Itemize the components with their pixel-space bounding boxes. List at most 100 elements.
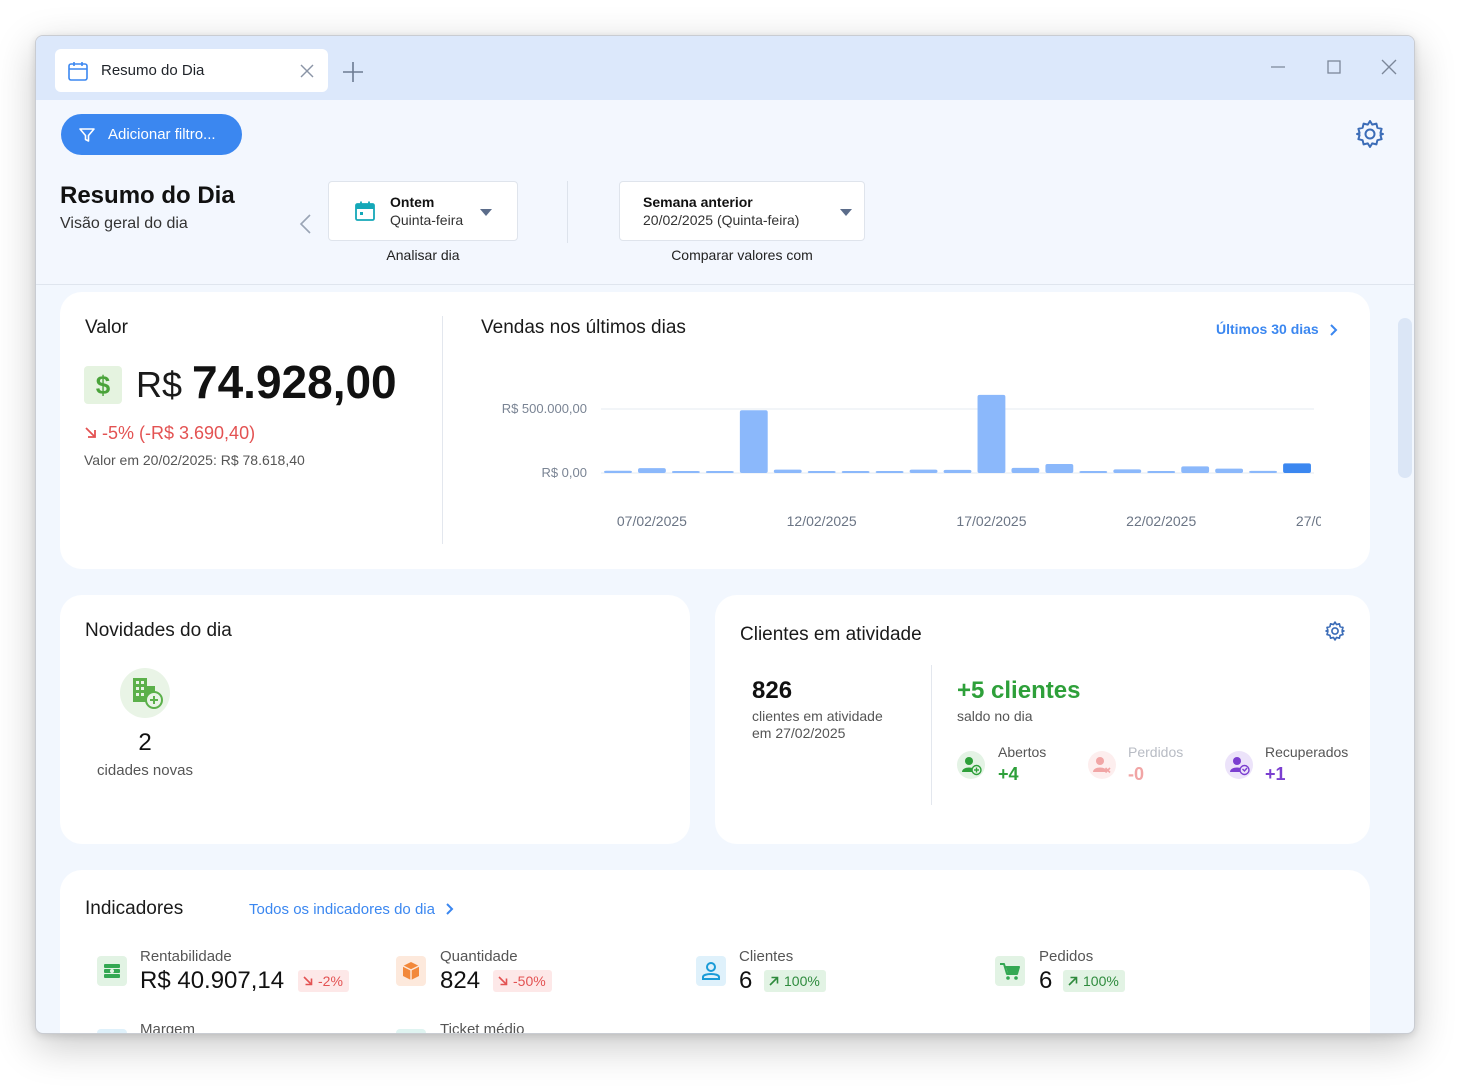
client-balance-caption: saldo no dia xyxy=(957,708,1033,724)
value-compare: Valor em 20/02/2025: R$ 78.618,40 xyxy=(84,452,305,468)
close-tab-icon[interactable] xyxy=(298,62,316,80)
divider xyxy=(442,316,443,544)
close-window-icon[interactable] xyxy=(1380,58,1398,76)
chart-bar xyxy=(739,410,768,473)
chart-bar xyxy=(1215,468,1244,473)
chart-bar xyxy=(1011,467,1040,473)
user-icon xyxy=(696,956,726,986)
compare-select[interactable]: Semana anterior 20/02/2025 (Quinta-feira… xyxy=(619,181,865,241)
arrow-up-right-icon xyxy=(1068,976,1078,986)
x-tick-label: 17/02/2025 xyxy=(956,513,1026,529)
chart-title: Vendas nos últimos dias xyxy=(481,317,686,338)
scrollbar-thumb[interactable] xyxy=(1398,318,1412,478)
indicadores-title: Indicadores xyxy=(85,898,184,919)
indicator-trend-badge: 100% xyxy=(764,970,826,992)
cart-icon xyxy=(995,956,1025,986)
value-currency: R$ xyxy=(136,364,183,405)
chart-bar xyxy=(705,471,734,473)
box-icon xyxy=(396,956,426,986)
chart-bar xyxy=(1113,469,1142,473)
clientes-card: Clientes em atividade 826 clientes em at… xyxy=(715,595,1370,844)
arrow-up-right-icon xyxy=(769,976,779,986)
arrow-down-right-icon xyxy=(85,427,96,438)
divider xyxy=(567,181,568,243)
chart-bar xyxy=(1181,466,1210,473)
novidades-card: Novidades do dia 2 cidades novas xyxy=(60,595,690,844)
day-select[interactable]: Ontem Quinta-feira xyxy=(328,181,518,241)
minimize-icon[interactable] xyxy=(1269,58,1287,76)
chevron-right-icon xyxy=(446,903,454,915)
percent-icon xyxy=(97,1029,127,1033)
chart-bar xyxy=(1079,471,1108,473)
chart-bar xyxy=(977,394,1006,473)
chart-bar xyxy=(909,469,938,473)
indicator-value: 824 xyxy=(440,967,481,994)
indicator-value: 6 xyxy=(1039,967,1053,994)
day-select-caption: Analisar dia xyxy=(386,247,460,263)
building-add-icon xyxy=(120,668,170,718)
chevron-left-icon[interactable] xyxy=(296,212,316,236)
sales-bar-chart: R$ 500.000,00 R$ 0,00 07/02/2025 12/02/2025… xyxy=(502,394,1321,529)
new-tab-icon[interactable] xyxy=(341,60,365,84)
add-filter-label: Adicionar filtro... xyxy=(108,126,216,143)
recovered-label: Recuperados xyxy=(1265,744,1349,760)
x-tick-label: 12/02/2025 xyxy=(787,513,857,529)
y-tick-label: R$ 0,00 xyxy=(541,465,587,480)
chart-bar xyxy=(943,469,972,473)
add-filter-button[interactable]: Adicionar filtro... xyxy=(61,114,242,155)
chart-bar xyxy=(1147,471,1176,473)
page-title: Resumo do Dia xyxy=(60,182,235,209)
indicator-label: Pedidos xyxy=(1039,948,1094,965)
tab-resumo-do-dia[interactable]: Resumo do Dia xyxy=(55,49,328,92)
title-bar: Resumo do Dia xyxy=(36,36,1414,100)
new-cities-caption: cidades novas xyxy=(97,762,193,779)
indicator-label: Quantidade xyxy=(440,948,518,965)
calendar-icon xyxy=(355,201,375,221)
user-recover-icon xyxy=(1225,751,1253,779)
chart-range-link-label: Últimos 30 dias xyxy=(1216,321,1319,337)
maximize-icon[interactable] xyxy=(1325,58,1343,76)
chart-bar xyxy=(841,471,870,473)
client-balance: +5 clientes xyxy=(957,677,1081,704)
active-clients-caption-line1: clientes em atividade xyxy=(752,708,883,724)
indicator-trend-text: -50% xyxy=(513,973,546,989)
indicator-label: Ticket médio xyxy=(440,1021,525,1034)
x-tick-label: 22/02/2025 xyxy=(1126,513,1196,529)
gear-icon[interactable] xyxy=(1354,118,1386,150)
new-cities-count: 2 xyxy=(138,729,152,756)
chart-bar xyxy=(773,469,802,473)
active-clients-caption-line2: em 27/02/2025 xyxy=(752,725,846,741)
lost-label: Perdidos xyxy=(1128,744,1184,760)
indicator-trend-text: 100% xyxy=(1083,973,1119,989)
indicator-trend-text: -2% xyxy=(318,973,343,989)
chart-bar xyxy=(638,468,666,473)
compare-select-value: Semana anterior xyxy=(643,194,753,210)
chart-bar xyxy=(807,471,836,473)
indicator-value: R$ 40.907,14 xyxy=(140,967,285,994)
lost-value: -0 xyxy=(1128,764,1145,784)
day-select-value: Ontem xyxy=(390,194,435,210)
indicator-label: Margem xyxy=(140,1021,196,1034)
novidades-title: Novidades do dia xyxy=(85,620,232,641)
gear-icon[interactable] xyxy=(1324,620,1346,642)
user-remove-icon xyxy=(1088,751,1116,779)
ticket-icon xyxy=(396,1029,426,1033)
chart-bar xyxy=(604,470,632,473)
x-tick-label: 27/02/2025 xyxy=(1296,513,1321,529)
indicator-value: 6 xyxy=(739,967,753,994)
chart-bar xyxy=(671,471,700,473)
app-window: Resumo do Dia Adicionar filtro... Resumo… xyxy=(35,35,1415,1034)
indicator-trend-text: 100% xyxy=(784,973,820,989)
opened-label: Abertos xyxy=(998,744,1047,760)
header-toolbar: Adicionar filtro... Resumo do Dia Visão … xyxy=(36,100,1414,285)
indicator-trend-badge: -50% xyxy=(493,970,552,992)
indicator-trend-badge: 100% xyxy=(1063,970,1125,992)
indicator-label: Clientes xyxy=(739,948,794,965)
day-select-weekday: Quinta-feira xyxy=(390,212,464,228)
indicadores-card: Indicadores Todos os indicadores do dia … xyxy=(60,870,1370,1034)
indicator-label: Rentabilidade xyxy=(140,948,232,965)
valor-card: Valor $ R$ 74.928,00 -5% (-R$ 3.690,40) … xyxy=(60,292,1370,569)
compare-select-date: 20/02/2025 (Quinta-feira) xyxy=(643,212,800,228)
arrow-down-right-icon xyxy=(498,976,508,986)
chart-bar xyxy=(1045,464,1074,473)
